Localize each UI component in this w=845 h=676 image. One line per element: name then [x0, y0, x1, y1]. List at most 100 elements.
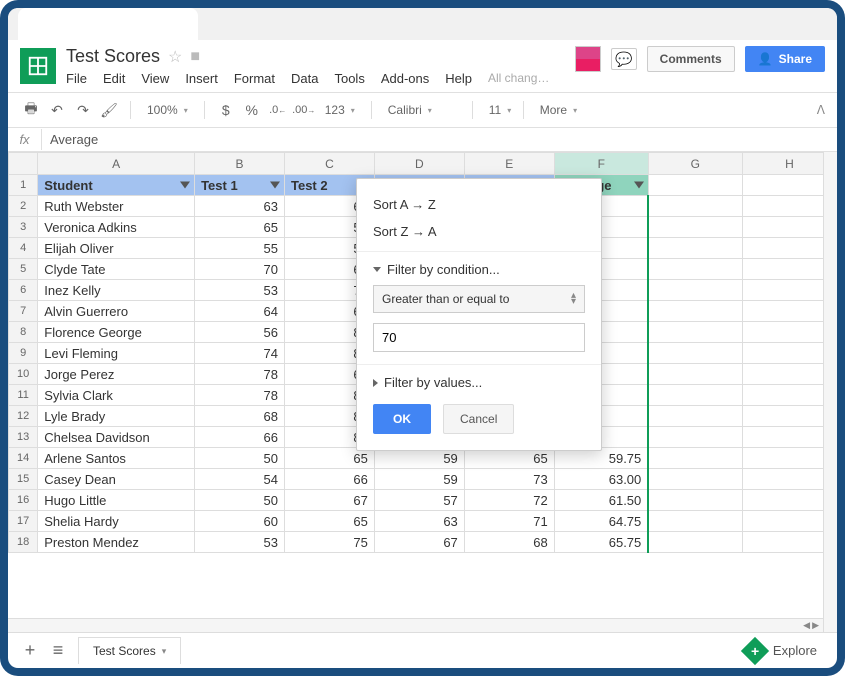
cell-test4[interactable]: 71 — [464, 511, 554, 532]
font-dropdown[interactable]: Calibri — [382, 101, 462, 119]
cell-student[interactable]: Florence George — [38, 322, 195, 343]
cell-test3[interactable]: 63 — [374, 511, 464, 532]
ok-button[interactable]: OK — [373, 404, 431, 434]
condition-value-input[interactable] — [373, 323, 585, 352]
document-title[interactable]: Test Scores — [66, 46, 160, 67]
decrease-decimal-icon[interactable]: .0← — [267, 99, 289, 121]
cell-test1[interactable]: 78 — [195, 364, 285, 385]
col-header-F[interactable]: F — [554, 153, 648, 175]
menu-edit[interactable]: Edit — [103, 71, 125, 86]
zoom-dropdown[interactable]: 100% — [141, 101, 194, 119]
menu-data[interactable]: Data — [291, 71, 318, 86]
sheets-logo[interactable] — [20, 48, 56, 84]
cell-test1[interactable]: 50 — [195, 490, 285, 511]
cell-test2[interactable]: 65 — [284, 511, 374, 532]
cell-student[interactable]: Ruth Webster — [38, 196, 195, 217]
cell-student[interactable]: Preston Mendez — [38, 532, 195, 553]
cell-test1[interactable]: 78 — [195, 385, 285, 406]
all-sheets-icon[interactable]: ≡ — [44, 637, 72, 665]
cell-test1[interactable]: 53 — [195, 532, 285, 553]
paint-format-icon[interactable]: 🖌 — [98, 99, 120, 121]
menu-file[interactable]: File — [66, 71, 87, 86]
filter-icon[interactable] — [634, 182, 644, 189]
condition-select[interactable]: Greater than or equal to▴▾ — [373, 285, 585, 313]
cell-student[interactable]: Inez Kelly — [38, 280, 195, 301]
col-header-C[interactable]: C — [284, 153, 374, 175]
number-format-dropdown[interactable]: 123 — [319, 101, 361, 119]
cell-test3[interactable]: 57 — [374, 490, 464, 511]
cell-average[interactable]: 61.50 — [554, 490, 648, 511]
filter-icon[interactable] — [180, 182, 190, 189]
cell-test2[interactable]: 66 — [284, 469, 374, 490]
share-button[interactable]: 👤Share — [745, 46, 825, 72]
cell-test4[interactable]: 72 — [464, 490, 554, 511]
print-icon[interactable]: 🖶 — [20, 99, 42, 121]
cell-student[interactable]: Jorge Perez — [38, 364, 195, 385]
sort-az[interactable]: Sort A → Z — [357, 191, 601, 218]
currency-icon[interactable]: $ — [215, 99, 237, 121]
menu-help[interactable]: Help — [445, 71, 472, 86]
col-header-A[interactable]: A — [38, 153, 195, 175]
add-sheet-icon[interactable]: + — [16, 637, 44, 665]
cell-test2[interactable]: 67 — [284, 490, 374, 511]
sort-za[interactable]: Sort Z → A — [357, 218, 601, 245]
cell-test1[interactable]: 60 — [195, 511, 285, 532]
cell-test1[interactable]: 54 — [195, 469, 285, 490]
cell-student[interactable]: Lyle Brady — [38, 406, 195, 427]
menu-view[interactable]: View — [141, 71, 169, 86]
more-dropdown[interactable]: More — [534, 101, 583, 119]
vertical-scrollbar[interactable] — [823, 152, 837, 632]
star-icon[interactable]: ☆ — [168, 47, 182, 67]
folder-icon[interactable]: ■ — [190, 48, 200, 66]
filter-icon[interactable] — [270, 182, 280, 189]
formula-input[interactable] — [42, 129, 837, 150]
cell-student[interactable]: Chelsea Davidson — [38, 427, 195, 448]
cell-test3[interactable]: 59 — [374, 469, 464, 490]
cancel-button[interactable]: Cancel — [443, 404, 514, 434]
font-size-dropdown[interactable]: 11 — [483, 101, 513, 119]
browser-tab[interactable] — [18, 8, 198, 40]
percent-icon[interactable]: % — [241, 99, 263, 121]
header-Test 1[interactable]: Test 1 — [195, 175, 285, 196]
cell-test1[interactable]: 74 — [195, 343, 285, 364]
menu-format[interactable]: Format — [234, 71, 275, 86]
increase-decimal-icon[interactable]: .00→ — [293, 99, 315, 121]
explore-button[interactable]: + Explore — [745, 641, 829, 661]
comments-button[interactable]: Comments — [647, 46, 735, 72]
cell-student[interactable]: Veronica Adkins — [38, 217, 195, 238]
cell-test1[interactable]: 63 — [195, 196, 285, 217]
cell-test1[interactable]: 68 — [195, 406, 285, 427]
cell-student[interactable]: Shelia Hardy — [38, 511, 195, 532]
col-header-D[interactable]: D — [374, 153, 464, 175]
menu-insert[interactable]: Insert — [185, 71, 218, 86]
cell-student[interactable]: Clyde Tate — [38, 259, 195, 280]
col-header-E[interactable]: E — [464, 153, 554, 175]
cell-test1[interactable]: 64 — [195, 301, 285, 322]
header-Student[interactable]: Student — [38, 175, 195, 196]
cell-test2[interactable]: 75 — [284, 532, 374, 553]
cell-student[interactable]: Levi Fleming — [38, 343, 195, 364]
cell-student[interactable]: Casey Dean — [38, 469, 195, 490]
all-changes-saved[interactable]: All chang… — [488, 71, 549, 86]
cell-student[interactable]: Hugo Little — [38, 490, 195, 511]
collapse-toolbar-icon[interactable]: ᐱ — [817, 103, 825, 117]
chat-icon[interactable]: 💬 — [611, 48, 637, 70]
horizontal-scrollbar[interactable]: ◀▶ — [8, 618, 823, 632]
sheet-tab[interactable]: Test Scores▾ — [78, 637, 181, 664]
cell-student[interactable]: Arlene Santos — [38, 448, 195, 469]
cell-test1[interactable]: 70 — [195, 259, 285, 280]
cell-test1[interactable]: 53 — [195, 280, 285, 301]
cell-student[interactable]: Elijah Oliver — [38, 238, 195, 259]
cell-test4[interactable]: 73 — [464, 469, 554, 490]
cell-student[interactable]: Alvin Guerrero — [38, 301, 195, 322]
col-header-B[interactable]: B — [195, 153, 285, 175]
undo-icon[interactable]: ↶ — [46, 99, 68, 121]
cell-test4[interactable]: 68 — [464, 532, 554, 553]
cell-test1[interactable]: 50 — [195, 448, 285, 469]
cell-average[interactable]: 65.75 — [554, 532, 648, 553]
filter-by-values-toggle[interactable]: Filter by values... — [357, 371, 601, 394]
menu-tools[interactable]: Tools — [334, 71, 364, 86]
cell-test1[interactable]: 56 — [195, 322, 285, 343]
col-header-G[interactable]: G — [648, 153, 742, 175]
menu-addons[interactable]: Add-ons — [381, 71, 429, 86]
